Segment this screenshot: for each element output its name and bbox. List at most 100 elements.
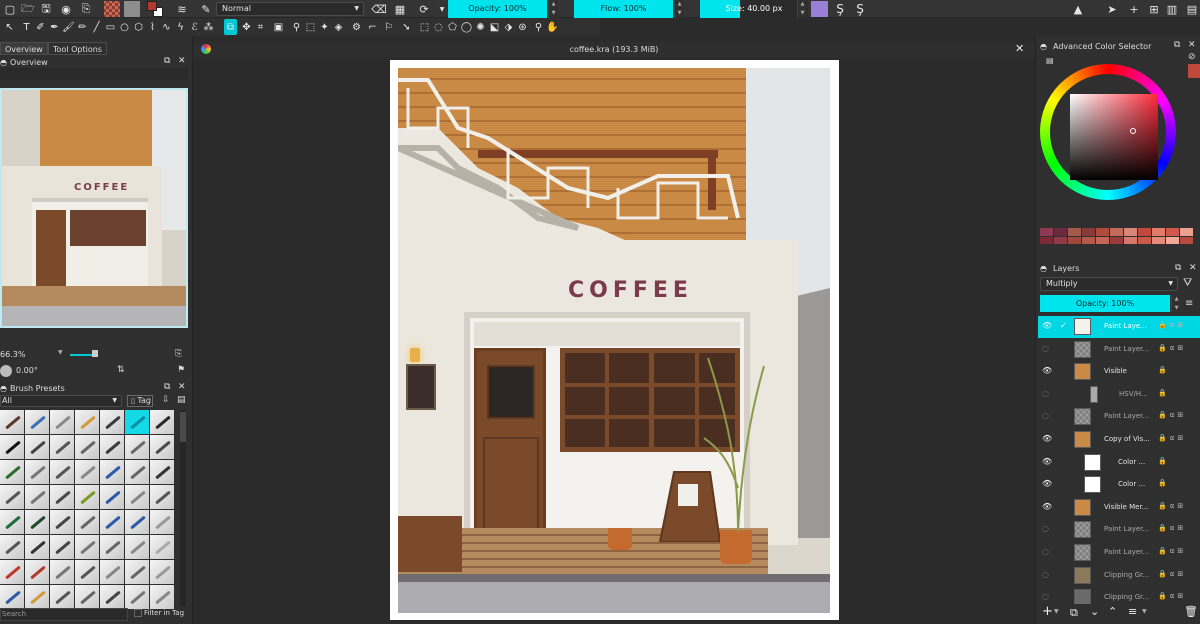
move-down-icon[interactable]: ⌄ bbox=[1090, 605, 1099, 618]
color-picker-handle[interactable] bbox=[1130, 128, 1136, 134]
chevron-down-icon[interactable]: ▼ bbox=[1142, 608, 1147, 615]
brush-preset[interactable] bbox=[125, 585, 149, 609]
layer-row[interactable]: ○ Paint Layer... 🔒α⊞ bbox=[1038, 339, 1200, 361]
pan-tool-icon[interactable]: ✋ bbox=[546, 19, 559, 35]
color-swatch[interactable] bbox=[1138, 228, 1151, 236]
reference-tool-icon[interactable]: ⚐ bbox=[382, 19, 395, 35]
polygon-select-icon[interactable]: ⬠ bbox=[446, 19, 459, 35]
layer-lock-icon[interactable]: 🔒 bbox=[1158, 366, 1170, 374]
brush-preset[interactable] bbox=[125, 485, 149, 509]
bezier-tool-icon[interactable]: ∿ bbox=[160, 19, 173, 35]
layer-row[interactable]: 👁 Visible Mer... 🔒α⊞ bbox=[1038, 497, 1200, 519]
close-icon[interactable]: ✕ bbox=[178, 56, 186, 66]
brush-preset[interactable] bbox=[100, 485, 124, 509]
brush-preset[interactable] bbox=[0, 510, 24, 534]
brush-preset[interactable] bbox=[25, 585, 49, 609]
color-swatch[interactable] bbox=[1180, 228, 1193, 236]
layer-lock-alpha-icons[interactable]: 🔒α⊞ bbox=[1158, 344, 1186, 352]
brush-preset[interactable] bbox=[75, 460, 99, 484]
overview-thumbnail[interactable]: COFFEE bbox=[0, 88, 188, 328]
delete-layer-icon[interactable]: 🗑 bbox=[1184, 605, 1198, 618]
color-selector-lock-icon[interactable]: ◓ bbox=[1040, 40, 1047, 53]
flow-spinner[interactable]: ▲ ▼ bbox=[674, 0, 684, 18]
zoom-value[interactable]: 66.3% bbox=[0, 350, 25, 359]
open-folder-icon[interactable]: 🗁 bbox=[20, 0, 36, 18]
layer-lock-alpha-icons[interactable]: 🔒α⊞ bbox=[1158, 321, 1186, 329]
save-icon[interactable]: 🖫 bbox=[38, 0, 54, 18]
brush-preset[interactable] bbox=[100, 585, 124, 609]
flip-icon[interactable]: ⇅ bbox=[117, 365, 125, 375]
brush-preset[interactable] bbox=[150, 585, 174, 609]
eye-closed-icon[interactable]: ○ bbox=[1042, 411, 1052, 421]
brush-preset[interactable] bbox=[100, 410, 124, 434]
brush-preset[interactable] bbox=[0, 585, 24, 609]
layer-row[interactable]: ○ Paint Layer... 🔒α⊞ bbox=[1038, 519, 1200, 541]
eye-closed-icon[interactable]: ○ bbox=[1042, 547, 1052, 557]
brush-preset[interactable] bbox=[75, 410, 99, 434]
float-icon[interactable]: ⧉ bbox=[1174, 40, 1180, 50]
color-swatch[interactable] bbox=[1068, 228, 1081, 236]
layer-lock-icon[interactable]: 🔒 bbox=[1158, 457, 1170, 465]
color-swatch[interactable] bbox=[1138, 236, 1151, 244]
close-icon[interactable]: ✕ bbox=[1189, 263, 1197, 273]
layer-row[interactable]: 👁 Visible 🔒 bbox=[1038, 361, 1200, 383]
pin-icon[interactable]: ⚑ bbox=[177, 365, 185, 375]
artwork[interactable]: COFFEE bbox=[398, 68, 830, 613]
brush-preset[interactable] bbox=[125, 535, 149, 559]
contiguous-select-icon[interactable]: ✺ bbox=[474, 19, 487, 35]
color-swatches[interactable] bbox=[147, 1, 163, 17]
layer-filter-icon[interactable]: ⛛ bbox=[1183, 276, 1192, 290]
color-swatch[interactable] bbox=[1096, 228, 1109, 236]
eye-icon[interactable]: 👁 bbox=[1042, 457, 1052, 467]
brush-preset[interactable] bbox=[0, 460, 24, 484]
brush-preset[interactable] bbox=[150, 435, 174, 459]
brush-preset[interactable] bbox=[100, 510, 124, 534]
brush-preset[interactable] bbox=[150, 485, 174, 509]
brush-preset[interactable] bbox=[25, 560, 49, 584]
blend-mode-dropdown[interactable]: Normal ▼ bbox=[216, 2, 364, 16]
brush-preset[interactable] bbox=[25, 435, 49, 459]
brush-preset[interactable] bbox=[25, 460, 49, 484]
color-swatch[interactable] bbox=[1110, 236, 1123, 244]
brush-preset[interactable] bbox=[150, 535, 174, 559]
brush-preset[interactable] bbox=[125, 510, 149, 534]
eye-icon[interactable]: 👁 bbox=[1042, 479, 1052, 489]
workspace-icon[interactable]: ▤ bbox=[1184, 0, 1200, 18]
add-layer-icon[interactable]: + bbox=[1042, 604, 1053, 619]
brush-preset-selected[interactable] bbox=[125, 410, 149, 434]
brush-preset[interactable] bbox=[75, 485, 99, 509]
brush-preset[interactable] bbox=[100, 435, 124, 459]
color-picker-icon[interactable]: ⚲ bbox=[290, 19, 303, 35]
smoothing-icon[interactable]: Ş bbox=[852, 0, 868, 18]
color-swatch[interactable] bbox=[1166, 236, 1179, 244]
brush-preset[interactable] bbox=[150, 410, 174, 434]
color-swatch[interactable] bbox=[1096, 236, 1109, 244]
brush-settings-icon[interactable]: ≋ bbox=[174, 0, 190, 18]
bezier-select-icon[interactable]: ⬗ bbox=[502, 19, 515, 35]
eye-icon[interactable]: 👁 bbox=[1042, 434, 1052, 444]
freehand-select-icon[interactable]: ◯ bbox=[460, 19, 473, 35]
add-icon[interactable]: + bbox=[1126, 0, 1142, 18]
dynamic-brush-icon[interactable]: ℰ bbox=[188, 19, 201, 35]
brush-preset[interactable] bbox=[50, 585, 74, 609]
brush-search-input[interactable]: Search bbox=[0, 608, 128, 621]
mirror-vertical-icon[interactable]: ➤ bbox=[1104, 0, 1120, 18]
brush-preset[interactable] bbox=[0, 560, 24, 584]
brush-preset[interactable] bbox=[125, 560, 149, 584]
color-swatch[interactable] bbox=[1110, 228, 1123, 236]
color-swatch[interactable] bbox=[1082, 236, 1095, 244]
layer-lock-alpha-icons[interactable]: 🔒α⊞ bbox=[1158, 502, 1186, 510]
polygon-tool-icon[interactable]: ⬡ bbox=[132, 19, 145, 35]
transform-tool-icon[interactable]: ⧉ bbox=[224, 19, 237, 35]
select-arrow-icon[interactable]: ↖ bbox=[3, 19, 16, 35]
eraser-icon[interactable]: ⌫ bbox=[371, 0, 387, 18]
alpha-lock-icon[interactable]: ▦ bbox=[392, 0, 408, 18]
layer-lock-alpha-icons[interactable]: 🔒α⊞ bbox=[1158, 570, 1186, 578]
brush-preset-scrollbar[interactable] bbox=[180, 410, 186, 606]
eye-closed-icon[interactable]: ○ bbox=[1042, 592, 1052, 602]
layer-row[interactable]: 👁 Color ... 🔒 bbox=[1038, 452, 1200, 474]
brush-preset[interactable] bbox=[0, 485, 24, 509]
brush-presets-lock-icon[interactable]: ◓ bbox=[0, 382, 7, 395]
color-swatch[interactable] bbox=[1054, 236, 1067, 244]
brush-preset[interactable] bbox=[100, 460, 124, 484]
